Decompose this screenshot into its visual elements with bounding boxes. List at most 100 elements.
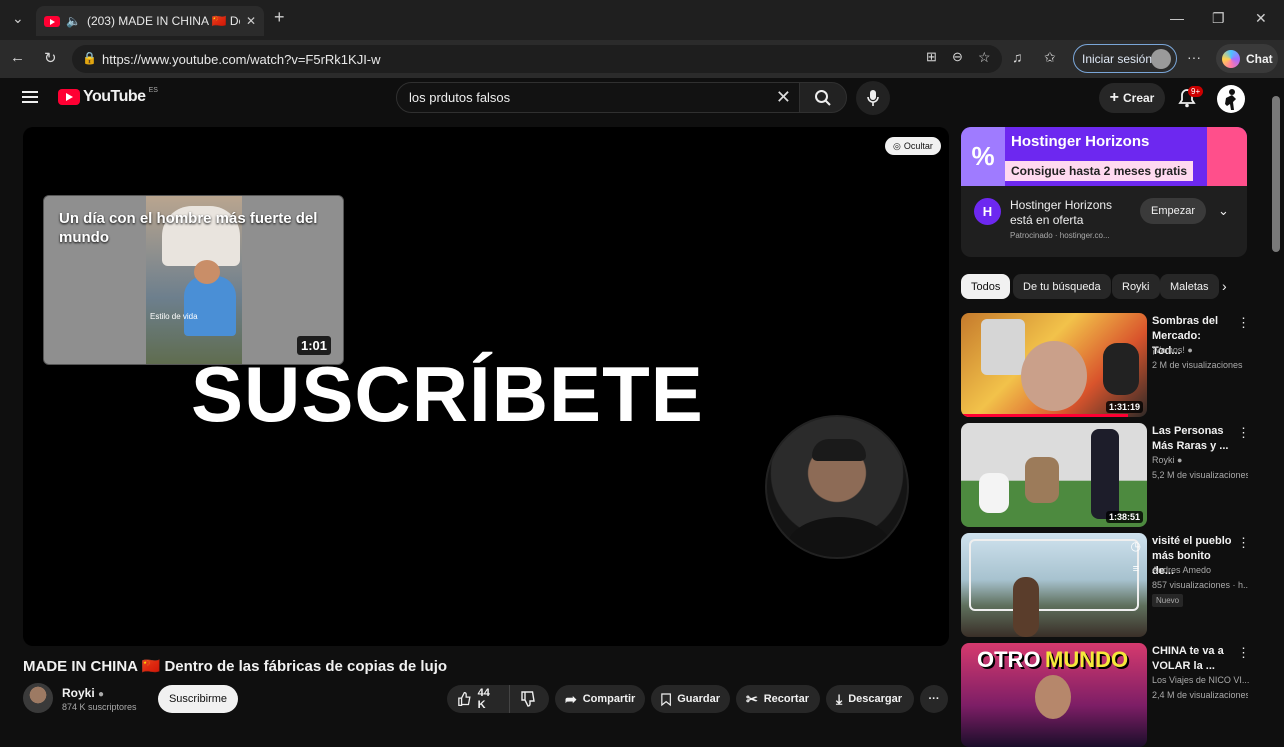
chevron-down-icon[interactable]: ⌄ xyxy=(1218,203,1229,219)
video-thumbnail[interactable]: OTRO MUNDO xyxy=(961,643,1147,747)
verified-check-icon: ● xyxy=(1177,455,1183,465)
channel-name[interactable]: Andres Amedo xyxy=(1152,565,1211,575)
page-scrollbar[interactable] xyxy=(1268,78,1284,720)
browser-toolbar: ← ↻ 🔒 https://www.youtube.com/watch?v=F5… xyxy=(0,40,1284,78)
clear-search-icon[interactable]: ✕ xyxy=(776,87,791,108)
sponsored-ad-card[interactable]: % Hostinger Horizons Consigue hasta 2 me… xyxy=(961,127,1247,257)
zoom-icon[interactable]: ⊖ xyxy=(952,49,963,65)
signin-label: Iniciar sesión xyxy=(1082,51,1153,66)
chip-royki[interactable]: Royki xyxy=(1112,274,1160,299)
browser-tab-bar: ⌄ 🔈 (203) MADE IN CHINA 🇨🇳 Dentro ✕ + — … xyxy=(0,0,1284,40)
subscriber-count: 874 K suscriptores xyxy=(62,702,137,712)
kebab-menu-icon[interactable]: ⋮ xyxy=(1237,535,1250,551)
menu-icon[interactable] xyxy=(22,91,38,103)
video-thumbnail[interactable]: 1:31:19 xyxy=(961,313,1147,417)
recommendation-item[interactable]: 1:38:51 Las Personas Más Raras y ... Roy… xyxy=(961,423,1251,527)
url-text: https://www.youtube.com/watch?v=F5rRk1KJ… xyxy=(102,51,381,67)
signin-button[interactable]: Iniciar sesión xyxy=(1073,44,1177,73)
video-title[interactable]: Las Personas Más Raras y ... xyxy=(1152,424,1232,454)
scrollbar-thumb[interactable] xyxy=(1272,96,1280,252)
new-badge: Nuevo xyxy=(1152,594,1184,607)
like-button[interactable]: 44 K xyxy=(447,685,509,713)
voice-search-button[interactable] xyxy=(856,81,890,115)
ad-banner-accent xyxy=(1207,127,1247,186)
app-available-icon[interactable]: ⊞ xyxy=(926,49,937,65)
tab-list-chevron-icon[interactable]: ⌄ xyxy=(12,10,24,27)
chip-from-search[interactable]: De tu búsqueda xyxy=(1013,274,1111,299)
copilot-chat-button[interactable]: Chat xyxy=(1216,44,1278,73)
add-to-queue-icon[interactable]: ≡ xyxy=(1133,563,1139,575)
search-input[interactable]: los prdutos falsos ✕ xyxy=(396,82,800,113)
dislike-button[interactable] xyxy=(509,685,549,713)
end-screen-video-card[interactable]: Un día con el hombre más fuerte del mund… xyxy=(43,195,344,365)
recommendation-item[interactable]: OTRO MUNDO CHINA te va a VOLAR la ... Lo… xyxy=(961,643,1251,747)
more-options-icon[interactable]: ··· xyxy=(1187,49,1201,65)
media-control-icon[interactable]: ♫ xyxy=(1012,49,1023,65)
thumb-text-otro: OTRO xyxy=(977,647,1041,672)
chevron-right-icon[interactable]: › xyxy=(1222,278,1227,294)
recommendation-item[interactable]: ◷ ≡ visité el pueblo más bonito de... An… xyxy=(961,533,1251,637)
thumb-text-mundo: MUNDO xyxy=(1045,647,1129,672)
account-avatar[interactable] xyxy=(1217,85,1245,113)
video-player[interactable]: ◎ Ocultar Un día con el hombre más fuert… xyxy=(23,127,949,646)
watch-later-clock-icon[interactable]: ◷ xyxy=(1131,539,1141,553)
kebab-menu-icon[interactable]: ⋮ xyxy=(1237,645,1250,661)
view-count: 857 visualizaciones · h... xyxy=(1152,580,1248,590)
more-actions-button[interactable]: ··· xyxy=(920,685,948,713)
browser-tab[interactable]: 🔈 (203) MADE IN CHINA 🇨🇳 Dentro ✕ xyxy=(36,6,264,36)
video-thumbnail[interactable]: 1:38:51 xyxy=(961,423,1147,527)
youtube-header: YouTube ES los prdutos falsos ✕ + Crear xyxy=(0,78,1268,118)
minimize-icon[interactable]: — xyxy=(1170,10,1184,26)
save-button[interactable]: Guardar xyxy=(651,685,730,713)
video-title[interactable]: CHINA te va a VOLAR la ... xyxy=(1152,644,1232,674)
new-tab-icon[interactable]: + xyxy=(274,7,285,28)
favorites-icon[interactable]: ✩ xyxy=(1044,49,1056,66)
youtube-logo[interactable]: YouTube ES xyxy=(58,87,158,106)
speaker-icon[interactable]: 🔈 xyxy=(66,14,81,28)
close-tab-icon[interactable]: ✕ xyxy=(246,14,256,28)
site-info-icon[interactable]: 🔒 xyxy=(82,51,97,65)
channel-avatar-end-screen[interactable] xyxy=(765,415,909,559)
channel-name[interactable]: Royki ● xyxy=(62,686,104,700)
channel-name-text: Royki xyxy=(62,686,95,700)
ad-cta-button[interactable]: Empezar xyxy=(1140,198,1206,224)
kebab-menu-icon[interactable]: ⋮ xyxy=(1237,425,1250,441)
thumb-person xyxy=(1013,577,1039,637)
recommendation-item[interactable]: 1:31:19 Sombras del Mercado: Tod... ¡Vam… xyxy=(961,313,1251,417)
favorite-star-icon[interactable]: ☆ xyxy=(978,49,991,66)
channel-name[interactable]: ¡Vamos! ● xyxy=(1152,345,1193,355)
thumb-person xyxy=(1025,457,1059,503)
search-button[interactable] xyxy=(799,82,847,113)
eye-slash-icon: ◎ xyxy=(893,140,901,151)
bookmark-icon xyxy=(661,692,671,706)
profile-avatar-icon xyxy=(1151,49,1171,69)
card-person-2 xyxy=(184,276,236,336)
hostinger-logo-icon: H xyxy=(974,198,1001,225)
like-count: 44 K xyxy=(477,687,490,711)
youtube-favicon-icon xyxy=(44,15,60,27)
ad-banner[interactable]: % Hostinger Horizons Consigue hasta 2 me… xyxy=(961,127,1247,186)
reload-icon[interactable]: ↻ xyxy=(44,49,57,67)
chip-maletas[interactable]: Maletas xyxy=(1160,274,1219,299)
maximize-icon[interactable]: ❐ xyxy=(1212,10,1225,27)
chat-label: Chat xyxy=(1246,51,1273,66)
channel-name[interactable]: Royki ● xyxy=(1152,455,1182,465)
video-duration: 1:38:51 xyxy=(1105,511,1143,523)
kebab-menu-icon[interactable]: ⋮ xyxy=(1237,315,1250,331)
hide-cards-button[interactable]: ◎ Ocultar xyxy=(885,137,941,155)
download-icon: ⤓ xyxy=(836,690,843,707)
back-arrow-icon[interactable]: ← xyxy=(10,49,25,66)
clip-button[interactable]: ✂ Recortar xyxy=(736,685,820,713)
address-bar[interactable]: 🔒 https://www.youtube.com/watch?v=F5rRk1… xyxy=(72,45,1002,73)
share-button[interactable]: ➦ Compartir xyxy=(555,685,645,713)
video-thumbnail[interactable]: ◷ ≡ xyxy=(961,533,1147,637)
avatar-shirt xyxy=(787,517,891,557)
channel-avatar[interactable] xyxy=(23,683,53,713)
chip-all[interactable]: Todos xyxy=(961,274,1011,299)
ad-banner-title: Hostinger Horizons xyxy=(1011,133,1150,150)
download-button[interactable]: ⤓ Descargar xyxy=(826,685,914,713)
create-button[interactable]: + Crear xyxy=(1099,83,1165,113)
subscribe-button[interactable]: Suscribirme xyxy=(158,685,238,713)
channel-name[interactable]: Los Viajes de NICO VI... xyxy=(1152,675,1249,685)
close-window-icon[interactable]: ✕ xyxy=(1255,10,1267,27)
